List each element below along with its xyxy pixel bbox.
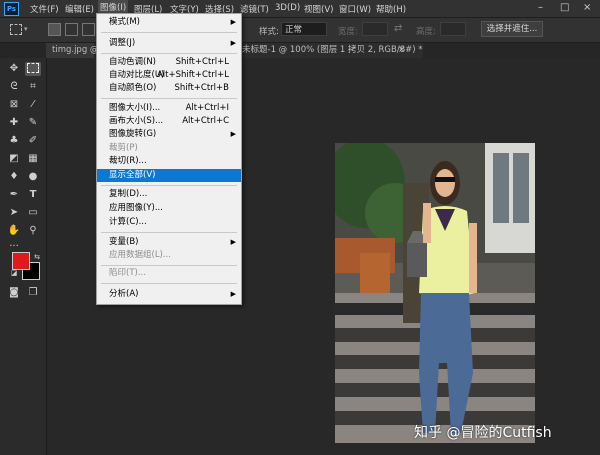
- select-and-mask-button[interactable]: 选择并遮住...: [481, 21, 543, 37]
- photoshop-logo: Ps: [4, 2, 19, 16]
- photo-image: [335, 143, 535, 443]
- width-label: 宽度:: [338, 27, 358, 37]
- menu-separator: [101, 32, 237, 33]
- dodge-tool-icon[interactable]: ●: [25, 170, 41, 184]
- blur-tool-icon[interactable]: ♦: [6, 170, 22, 184]
- menu-item-trim[interactable]: 裁切(R)...: [97, 155, 241, 168]
- tools-panel: ✥ ᘓ ⌗ ⊠ ⁄ ✚ ✎ ♣ ✐ ◩ ▦ ♦ ● ✒ T ➤ ▭ ✋ ⚲ ··…: [0, 58, 47, 455]
- zoom-tool-icon[interactable]: ⚲: [25, 224, 41, 238]
- menu-separator: [101, 283, 237, 284]
- menu-separator: [101, 232, 237, 233]
- swap-colors-icon[interactable]: ⇆: [29, 250, 45, 264]
- lasso-tool-icon[interactable]: ᘓ: [6, 80, 22, 94]
- style-select[interactable]: 正常: [281, 22, 327, 36]
- document-photo: [335, 143, 535, 443]
- maximize-icon[interactable]: □: [560, 2, 569, 13]
- frame-tool-icon[interactable]: ⊠: [6, 98, 22, 112]
- height-field[interactable]: [440, 22, 466, 36]
- menu-separator: [101, 53, 237, 54]
- menu-edit[interactable]: 编辑(E): [65, 3, 94, 15]
- menu-item-duplicate[interactable]: 复制(D)...: [97, 188, 241, 201]
- tab-timg[interactable]: timg.jpg @: [46, 43, 98, 58]
- menu-item-canvas-size[interactable]: 画布大小(S)... Alt+Ctrl+C: [97, 115, 241, 128]
- tab-close-icon[interactable]: ×: [398, 43, 405, 58]
- submenu-arrow-icon: ▶: [230, 39, 236, 47]
- rectangle-tool-icon[interactable]: ▭: [25, 206, 41, 220]
- eyedropper-tool-icon[interactable]: ⁄: [25, 98, 41, 112]
- move-tool-icon[interactable]: ✥: [6, 62, 22, 76]
- hand-tool-icon[interactable]: ✋: [6, 224, 22, 238]
- menu-separator: [101, 185, 237, 186]
- new-selection-icon[interactable]: [48, 23, 61, 36]
- menu-view[interactable]: 视图(V): [304, 3, 333, 15]
- subtract-selection-icon[interactable]: [82, 23, 95, 36]
- history-brush-tool-icon[interactable]: ✐: [25, 134, 41, 148]
- menu-item-auto-contrast[interactable]: 自动对比度(U) Alt+Shift+Ctrl+L: [97, 69, 241, 82]
- add-to-selection-icon[interactable]: [65, 23, 78, 36]
- menu-item-variables[interactable]: 变量(B) ▶: [97, 236, 241, 249]
- marquee-preset-icon[interactable]: [10, 24, 22, 35]
- menu-item-reveal-all[interactable]: 显示全部(V): [97, 169, 241, 182]
- image-menu-dropdown: 模式(M) ▶ 调整(J) ▶ 自动色调(N) Shift+Ctrl+L 自动对比度(…: [96, 13, 242, 305]
- menu-item-image-rotation[interactable]: 图像旋转(G) ▶: [97, 128, 241, 141]
- menu-item-crop: 裁剪(P): [109, 143, 138, 153]
- preset-dropdown-icon[interactable]: ▾: [24, 25, 28, 33]
- submenu-arrow-icon: ▶: [230, 290, 236, 298]
- style-label: 样式:: [259, 27, 279, 37]
- healing-brush-tool-icon[interactable]: ✚: [6, 116, 22, 130]
- options-bar: ▾ 样式: 正常 宽度: ⇄ 高度: 选择并遮住...: [0, 18, 600, 43]
- submenu-arrow-icon: ▶: [230, 18, 236, 26]
- menu-item-auto-color[interactable]: 自动颜色(O) Shift+Ctrl+B: [97, 82, 241, 95]
- gradient-tool-icon[interactable]: ▦: [25, 152, 41, 166]
- foreground-color-swatch[interactable]: [12, 252, 30, 270]
- menu-separator: [101, 265, 237, 266]
- clone-stamp-tool-icon[interactable]: ♣: [6, 134, 22, 148]
- menu-bar: Ps 文件(F) 编辑(E) 图像(I) 图层(L) 文字(Y) 选择(S) 滤…: [0, 0, 600, 18]
- menu-3d[interactable]: 3D(D): [275, 3, 300, 13]
- swap-dimensions-icon[interactable]: ⇄: [394, 23, 402, 34]
- close-window-icon[interactable]: ×: [583, 2, 591, 13]
- menu-item-adjustments[interactable]: 调整(J) ▶: [97, 37, 241, 50]
- menu-file[interactable]: 文件(F): [30, 3, 59, 15]
- quick-mask-icon[interactable]: ◙: [6, 286, 22, 300]
- watermark-text: 知乎 @冒险的Cutfish: [414, 425, 552, 441]
- eraser-tool-icon[interactable]: ◩: [6, 152, 22, 166]
- rectangular-marquee-tool-icon[interactable]: [25, 62, 41, 76]
- tab-untitled[interactable]: 未标题-1 @ 100% (图层 1 拷贝 2, RGB/8#) *: [242, 43, 423, 58]
- menu-window[interactable]: 窗口(W): [339, 3, 371, 15]
- minimize-icon[interactable]: –: [538, 2, 543, 13]
- submenu-arrow-icon: ▶: [230, 238, 236, 246]
- menu-item-auto-tone[interactable]: 自动色调(N) Shift+Ctrl+L: [97, 56, 241, 69]
- width-field[interactable]: [362, 22, 388, 36]
- submenu-arrow-icon: ▶: [230, 130, 236, 138]
- menu-item-image-size[interactable]: 图像大小(I)... Alt+Ctrl+I: [97, 102, 241, 115]
- crop-tool-icon[interactable]: ⌗: [25, 80, 41, 94]
- menu-item-trap: 陷印(T)...: [109, 268, 146, 278]
- menu-help[interactable]: 帮助(H): [376, 3, 406, 15]
- menu-item-calculations[interactable]: 计算(C)...: [97, 216, 241, 229]
- menu-filter[interactable]: 滤镜(T): [240, 3, 269, 15]
- screen-mode-icon[interactable]: ❐: [25, 286, 41, 300]
- brush-tool-icon[interactable]: ✎: [25, 116, 41, 130]
- menu-item-apply-image[interactable]: 应用图像(Y)...: [97, 202, 241, 215]
- menu-separator: [101, 98, 237, 99]
- menu-item-mode[interactable]: 模式(M) ▶: [97, 16, 241, 29]
- pen-tool-icon[interactable]: ✒: [6, 188, 22, 202]
- path-selection-tool-icon[interactable]: ➤: [6, 206, 22, 220]
- menu-item-apply-data-set: 应用数据组(L)...: [109, 250, 171, 260]
- type-tool-icon[interactable]: T: [25, 188, 41, 202]
- height-label: 高度:: [416, 27, 436, 37]
- menu-item-analysis[interactable]: 分析(A) ▶: [97, 288, 241, 301]
